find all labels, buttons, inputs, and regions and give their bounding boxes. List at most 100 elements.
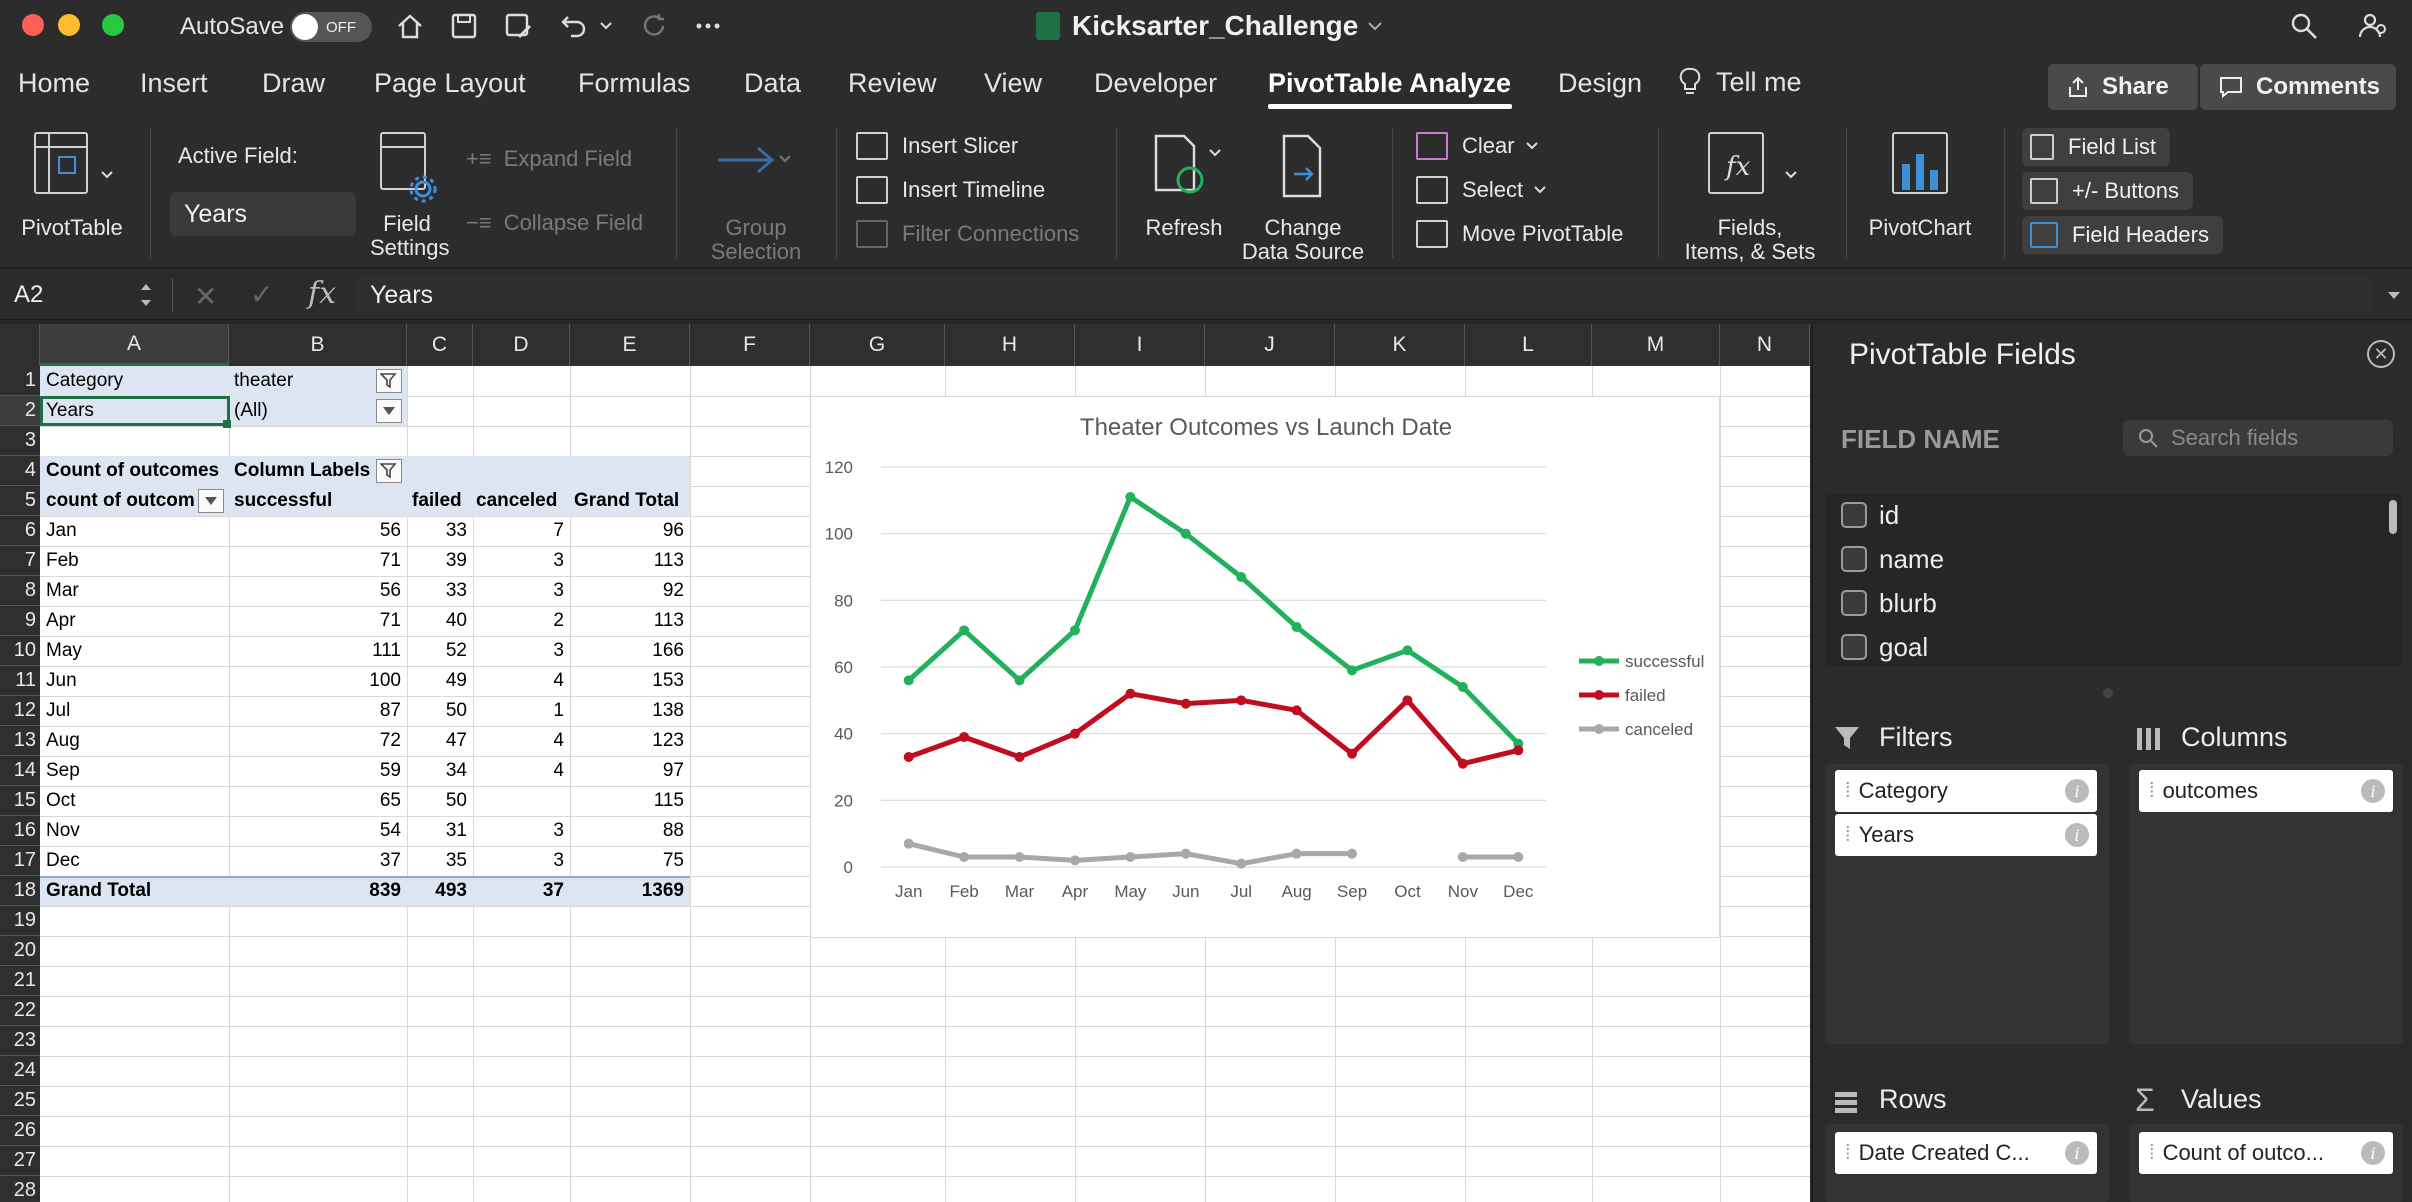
pivot-cell[interactable]: 4 bbox=[473, 666, 570, 696]
row-header-1[interactable]: 1 bbox=[0, 366, 40, 396]
tab-view[interactable]: View bbox=[984, 68, 1042, 99]
pivot-cell[interactable]: 96 bbox=[570, 516, 690, 546]
data-point-successful[interactable] bbox=[1291, 622, 1302, 632]
column-header-e[interactable]: E bbox=[570, 324, 690, 366]
drag-handle-icon[interactable]: ⁞ bbox=[1845, 780, 1851, 803]
data-point-successful[interactable] bbox=[1125, 492, 1136, 502]
row-header-28[interactable]: 28 bbox=[0, 1176, 40, 1202]
data-point-canceled[interactable] bbox=[1513, 852, 1524, 862]
fields-items-sets-button[interactable]: fx Fields, Items, & Sets bbox=[1676, 130, 1826, 264]
worksheet-grid[interactable]: ABCDEFGHIJKLMN 1 2 3 4 5 6 7 8 9 10 11 12 13 14 15 16 17… bbox=[0, 324, 1810, 1202]
info-icon[interactable]: i bbox=[2065, 823, 2089, 847]
column-header-i[interactable]: I bbox=[1075, 324, 1205, 366]
name-box[interactable]: A2 bbox=[0, 274, 160, 316]
pivottable-button[interactable]: PivotTable bbox=[14, 130, 126, 250]
info-icon[interactable]: i bbox=[2361, 779, 2385, 803]
pivot-row-label[interactable]: Jan bbox=[46, 516, 226, 546]
data-point-successful[interactable] bbox=[1014, 675, 1025, 686]
info-icon[interactable]: i bbox=[2361, 1141, 2385, 1165]
row-header-5[interactable]: 5 bbox=[0, 486, 40, 516]
data-point-canceled[interactable] bbox=[1014, 852, 1025, 862]
pivot-col-failed[interactable]: failed bbox=[412, 486, 472, 516]
pivot-column-labels[interactable]: Column Labels bbox=[234, 456, 374, 486]
filters-chip[interactable]: ⁞ Years i bbox=[1835, 814, 2097, 856]
row-header-4[interactable]: 4 bbox=[0, 456, 40, 486]
row-header-22[interactable]: 22 bbox=[0, 996, 40, 1026]
plus-minus-buttons-toggle[interactable]: +/- Buttons bbox=[2022, 172, 2194, 210]
pivot-cell[interactable]: 113 bbox=[570, 606, 690, 636]
row-header-27[interactable]: 27 bbox=[0, 1146, 40, 1176]
pivot-cell[interactable]: 2 bbox=[473, 606, 570, 636]
data-point-canceled[interactable] bbox=[1457, 852, 1468, 862]
data-point-successful[interactable] bbox=[1457, 682, 1468, 692]
pivot-cell[interactable]: 97 bbox=[570, 756, 690, 786]
autosave-toggle[interactable]: OFF bbox=[290, 12, 372, 42]
pivot-cell[interactable]: 4 bbox=[473, 726, 570, 756]
column-header-g[interactable]: G bbox=[810, 324, 945, 366]
data-point-successful[interactable] bbox=[1347, 665, 1358, 676]
column-header-f[interactable]: F bbox=[690, 324, 810, 366]
series-failed[interactable] bbox=[903, 688, 1524, 769]
pivot-row-label[interactable]: Nov bbox=[46, 816, 226, 846]
pivot-cell[interactable]: 1 bbox=[473, 696, 570, 726]
data-point-successful[interactable] bbox=[903, 675, 914, 686]
pivot-cell[interactable]: 71 bbox=[229, 546, 407, 576]
tell-me[interactable]: Tell me bbox=[1678, 66, 1802, 98]
data-point-failed[interactable] bbox=[1402, 695, 1413, 706]
pane-splitter[interactable] bbox=[2103, 688, 2113, 698]
data-point-failed[interactable] bbox=[1236, 695, 1247, 706]
data-point-failed[interactable] bbox=[1347, 748, 1358, 759]
pivot-cell[interactable]: 111 bbox=[229, 636, 407, 666]
account-icon[interactable] bbox=[2354, 8, 2390, 44]
sort-filter-icon[interactable] bbox=[376, 459, 402, 483]
grand-total-successful[interactable]: 839 bbox=[229, 876, 407, 906]
filter-active-icon[interactable] bbox=[376, 369, 402, 393]
active-field-input[interactable]: Years bbox=[170, 192, 356, 236]
dropdown-arrow-icon[interactable] bbox=[376, 399, 402, 423]
field-settings-button[interactable]: Field Settings bbox=[370, 130, 470, 260]
pivot-cell[interactable]: 3 bbox=[473, 816, 570, 846]
columns-chip[interactable]: ⁞ outcomes i bbox=[2139, 770, 2393, 812]
row-header-25[interactable]: 25 bbox=[0, 1086, 40, 1116]
undo-dropdown-icon[interactable] bbox=[596, 8, 616, 44]
filters-chip[interactable]: ⁞ Category i bbox=[1835, 770, 2097, 812]
pivot-cell[interactable]: 115 bbox=[570, 786, 690, 816]
data-point-failed[interactable] bbox=[1125, 688, 1136, 699]
pivot-cell[interactable]: 88 bbox=[570, 816, 690, 846]
data-point-failed[interactable] bbox=[1513, 745, 1524, 756]
series-canceled[interactable] bbox=[903, 838, 1524, 869]
name-box-stepper-icon[interactable] bbox=[138, 278, 154, 312]
field-checkbox-id[interactable] bbox=[1841, 502, 1867, 528]
data-point-successful[interactable] bbox=[1236, 572, 1247, 582]
pivot-cell[interactable]: 59 bbox=[229, 756, 407, 786]
minimize-window-button[interactable] bbox=[58, 14, 80, 36]
column-header-d[interactable]: D bbox=[473, 324, 570, 366]
dropdown-arrow-icon[interactable] bbox=[198, 489, 224, 513]
data-point-failed[interactable] bbox=[1457, 758, 1468, 769]
pivot-cell[interactable]: 49 bbox=[407, 666, 473, 696]
row-header-13[interactable]: 13 bbox=[0, 726, 40, 756]
field-list-button[interactable]: Field List bbox=[2022, 128, 2171, 166]
pivot-row-label[interactable]: Sep bbox=[46, 756, 226, 786]
data-point-successful[interactable] bbox=[1180, 528, 1191, 539]
line-chart[interactable]: Theater Outcomes vs Launch Date 0 20 40 60 8… bbox=[810, 396, 1720, 938]
pivot-cell[interactable]: 71 bbox=[229, 606, 407, 636]
save-icon[interactable] bbox=[446, 8, 482, 44]
data-point-canceled[interactable] bbox=[1180, 848, 1191, 859]
pivot-cell[interactable]: 153 bbox=[570, 666, 690, 696]
pivot-row-label[interactable]: Aug bbox=[46, 726, 226, 756]
field-name-name[interactable]: name bbox=[1879, 544, 1944, 575]
pivot-col-canceled[interactable]: canceled bbox=[476, 486, 566, 516]
column-header-c[interactable]: C bbox=[407, 324, 473, 366]
tab-page-layout[interactable]: Page Layout bbox=[374, 68, 526, 99]
expand-formula-bar-icon[interactable] bbox=[2386, 290, 2402, 302]
close-window-button[interactable] bbox=[22, 14, 44, 36]
pivot-cell[interactable]: 138 bbox=[570, 696, 690, 726]
collapse-field-button[interactable]: −≡ Collapse Field bbox=[466, 210, 643, 236]
pivot-cell[interactable]: 35 bbox=[407, 846, 473, 876]
data-point-canceled[interactable] bbox=[903, 838, 914, 849]
formula-input[interactable]: Years bbox=[356, 276, 2372, 314]
field-name-goal[interactable]: goal bbox=[1879, 632, 1928, 663]
pivot-row-label[interactable]: Jul bbox=[46, 696, 226, 726]
comments-button[interactable]: Comments bbox=[2200, 64, 2396, 110]
